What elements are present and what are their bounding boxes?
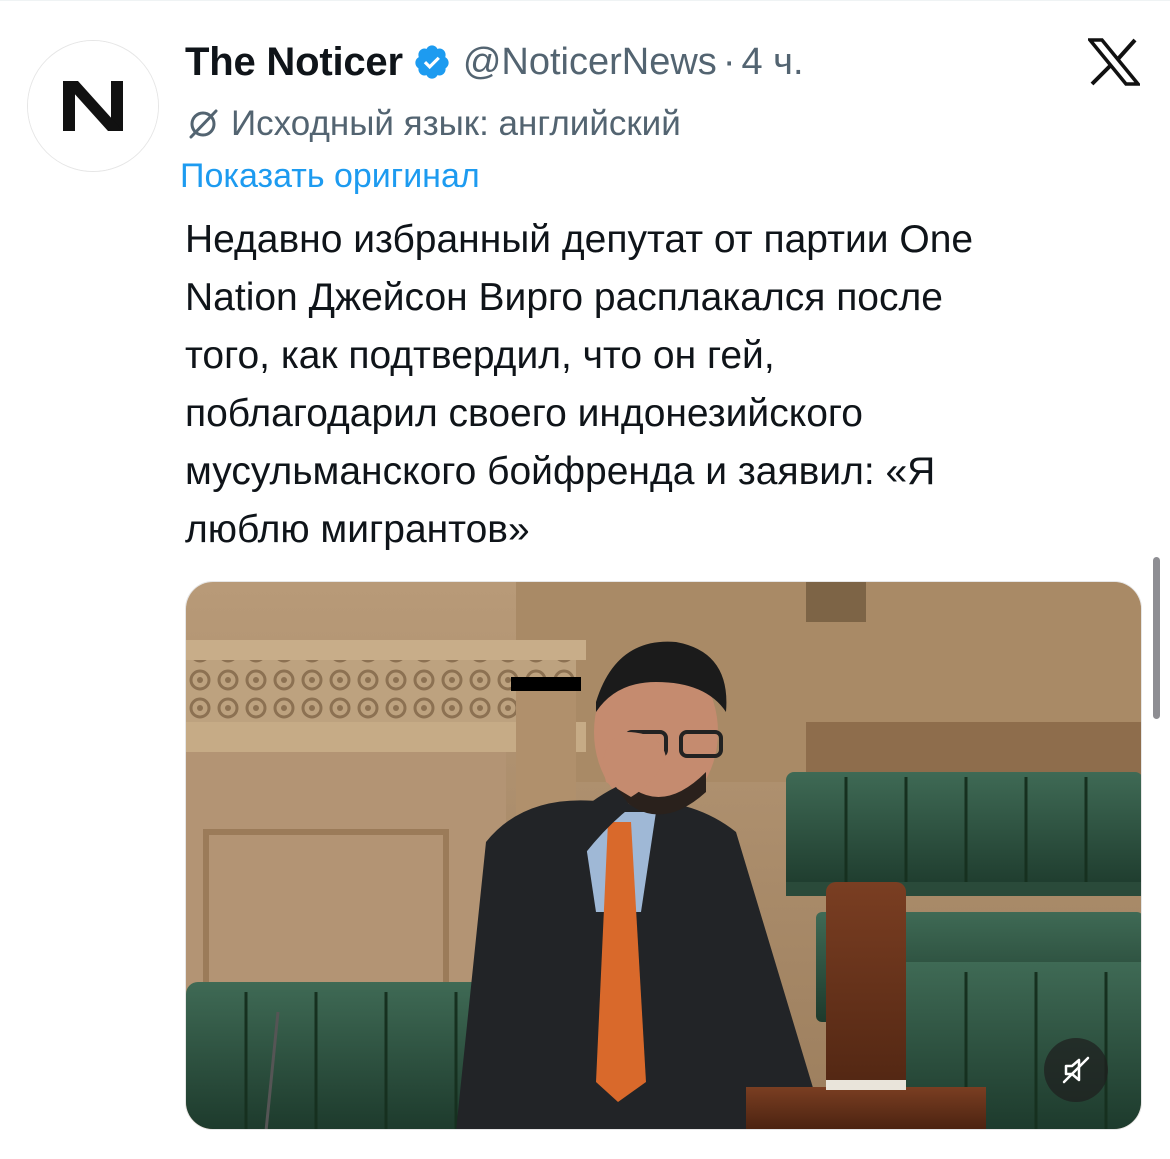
- top-divider: [0, 0, 1170, 1]
- speaker-muted-icon: [1062, 1056, 1090, 1084]
- tweet-text-line: Nation Джейсон Вирго расплакался после: [185, 276, 943, 319]
- handle[interactable]: @NoticerNews: [463, 41, 717, 84]
- tweet-text-line: люблю мигрантов»: [185, 508, 530, 551]
- translate-icon: [189, 109, 218, 139]
- tweet-header: The Noticer @NoticerNews · 4 ч.: [185, 38, 804, 86]
- source-language-label: Исходный язык: английский: [231, 104, 681, 143]
- verified-badge-icon: [415, 45, 449, 79]
- avatar[interactable]: [27, 40, 159, 172]
- mute-toggle-button[interactable]: [1044, 1038, 1108, 1102]
- tweet-text-line: поблагодарил своего индонезийского: [185, 392, 863, 435]
- tweet-video[interactable]: [185, 581, 1142, 1130]
- scrollbar-thumb[interactable]: [1153, 557, 1160, 719]
- x-logo-icon[interactable]: [1088, 38, 1140, 86]
- video-frame-image: [186, 582, 1141, 1129]
- separator-dot: ·: [722, 40, 736, 83]
- avatar-logo-icon: [28, 41, 158, 171]
- tweet-text-line: мусульманского бойфренда и заявил: «Я: [185, 450, 936, 493]
- tweet-text-line: Недавно избранный депутат от партии One: [185, 218, 974, 261]
- show-original-link[interactable]: Показать оригинал: [180, 157, 480, 196]
- display-name[interactable]: The Noticer: [185, 40, 403, 85]
- timestamp[interactable]: 4 ч.: [741, 41, 803, 84]
- translation-info: Исходный язык: английский: [185, 102, 681, 146]
- tweet-text: Недавно избранный депутат от партии One …: [185, 211, 1145, 559]
- tweet-text-line: того, как подтвердил, что он гей,: [185, 334, 775, 377]
